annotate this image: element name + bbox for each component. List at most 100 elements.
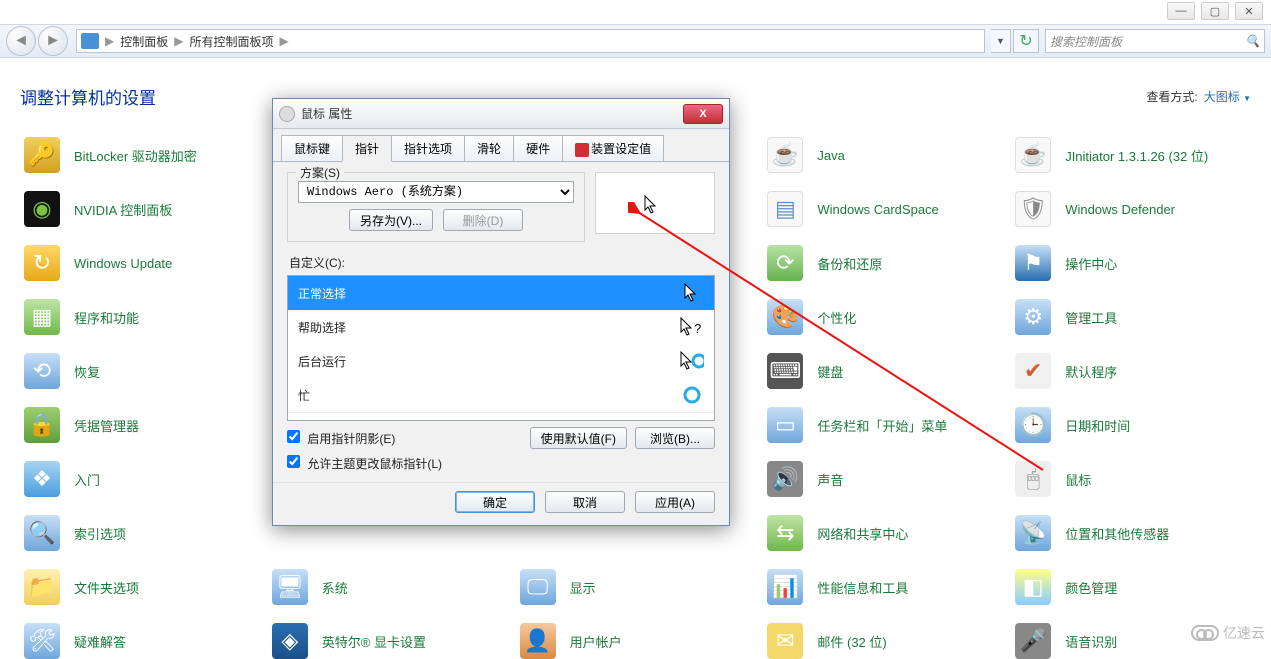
address-bar[interactable]: ▶ 控制面板 ▶ 所有控制面板项 ▶ [76, 29, 985, 53]
close-window-button[interactable]: ✕ [1235, 2, 1263, 20]
cursor-list-item[interactable] [288, 412, 714, 421]
allow-theme-checkbox[interactable]: 允许主题更改鼠标指针(L) [287, 455, 442, 472]
scheme-select[interactable]: Windows Aero (系统方案) [298, 181, 574, 203]
cp-item-icon: ▦ [24, 299, 60, 335]
dialog-tab[interactable]: 指针 [342, 135, 392, 162]
use-default-button[interactable]: 使用默认值(F) [530, 427, 627, 449]
cursor-name: 后台运行 [298, 353, 346, 370]
cp-item-icon: ⌨ [767, 353, 803, 389]
cp-item-label: Windows CardSpace [817, 202, 938, 217]
cp-item-icon: ▤ [767, 191, 803, 227]
search-input[interactable]: 搜索控制面板 🔍 [1045, 29, 1265, 53]
cp-item[interactable]: 📡位置和其他传感器 [1007, 515, 1255, 551]
cp-item[interactable]: ◧颜色管理 [1007, 569, 1255, 605]
dialog-tab[interactable]: 硬件 [513, 135, 563, 161]
cp-item[interactable]: 🛡Windows Defender [1007, 191, 1255, 227]
cp-item-icon: ✔ [1015, 353, 1051, 389]
cursor-icon [680, 383, 704, 407]
breadcrumb-1[interactable]: 控制面板 [116, 33, 172, 50]
cp-item-label: 管理工具 [1065, 308, 1117, 327]
cursor-list-item[interactable]: 忙 [288, 378, 714, 412]
dialog-tab[interactable]: 装置设定值 [562, 135, 664, 161]
cp-item[interactable]: 🔒凭据管理器 [16, 407, 264, 443]
cp-item[interactable]: ❖入门 [16, 461, 264, 497]
cp-item[interactable]: ↻Windows Update [16, 245, 264, 281]
cp-item[interactable]: ▦程序和功能 [16, 299, 264, 335]
cp-item[interactable]: 👤用户帐户 [512, 623, 760, 659]
cp-item[interactable]: 🎨个性化 [759, 299, 1007, 335]
cursor-icon [680, 281, 704, 305]
dialog-tab[interactable]: 指针选项 [391, 135, 465, 161]
address-dropdown[interactable]: ▼ [991, 29, 1011, 53]
cp-item[interactable]: 📊性能信息和工具 [759, 569, 1007, 605]
cp-item-label: 键盘 [817, 362, 843, 381]
dialog-tab[interactable]: 鼠标键 [281, 135, 343, 161]
cp-item[interactable]: 🖵显示 [512, 569, 760, 605]
cursor-list-item[interactable]: 正常选择 [288, 276, 714, 310]
cp-item-icon: 🔊 [767, 461, 803, 497]
cp-item-label: 显示 [570, 578, 596, 597]
cp-item[interactable]: ◉NVIDIA 控制面板 [16, 191, 264, 227]
cp-item-label: 默认程序 [1065, 362, 1117, 381]
cp-item[interactable]: ⟳备份和还原 [759, 245, 1007, 281]
browse-button[interactable]: 浏览(B)... [635, 427, 715, 449]
back-button[interactable]: ◄ [6, 26, 36, 56]
view-mode: 查看方式: 大图标 ▼ [1146, 88, 1251, 105]
cp-item[interactable]: ⚙管理工具 [1007, 299, 1255, 335]
cp-item-label: 性能信息和工具 [817, 578, 908, 597]
dialog-titlebar[interactable]: 鼠标 属性 X [273, 99, 729, 129]
breadcrumb-sep: ▶ [278, 34, 291, 48]
cp-item[interactable]: ⟲恢复 [16, 353, 264, 389]
cp-item-icon: ✉ [767, 623, 803, 659]
enable-shadow-checkbox[interactable]: 启用指针阴影(E) [287, 430, 395, 447]
cp-item[interactable]: 🖱鼠标 [1007, 461, 1255, 497]
cp-item[interactable]: 🖥系统 [264, 569, 512, 605]
cp-item[interactable]: ▤ Windows CardSpace [759, 191, 1007, 227]
cp-item[interactable]: 📁文件夹选项 [16, 569, 264, 605]
cp-item[interactable]: ⌨ 键盘 [759, 353, 1007, 389]
search-placeholder: 搜索控制面板 [1050, 33, 1122, 50]
cp-item-label: 鼠标 [1065, 470, 1091, 489]
cp-item[interactable]: 🔍索引选项 [16, 515, 264, 551]
cp-item-icon: ◈ [272, 623, 308, 659]
cp-item[interactable]: ⇆网络和共享中心 [759, 515, 1007, 551]
cp-item-icon: ⚑ [1015, 245, 1051, 281]
cp-item-icon: 🛠 [24, 623, 60, 659]
delete-scheme-button[interactable]: 删除(D) [443, 209, 523, 231]
cp-item-label: 网络和共享中心 [817, 524, 908, 543]
forward-button[interactable]: ► [38, 26, 68, 56]
cancel-button[interactable]: 取消 [545, 491, 625, 513]
dialog-tab[interactable]: 滑轮 [464, 135, 514, 161]
cp-item[interactable]: ☕JInitiator 1.3.1.26 (32 位) [1007, 137, 1255, 173]
cp-item[interactable]: 🔊声音 [759, 461, 1007, 497]
cursor-list[interactable]: 正常选择帮助选择? 后台运行忙 [287, 275, 715, 421]
ok-button[interactable]: 确定 [455, 491, 535, 513]
cp-item-label: 备份和还原 [817, 254, 882, 273]
cp-item-icon: ◧ [1015, 569, 1051, 605]
cp-item[interactable]: 🛠 疑难解答 [16, 623, 264, 659]
cursor-list-item[interactable]: 后台运行 [288, 344, 714, 378]
cp-item[interactable]: ⚑操作中心 [1007, 245, 1255, 281]
cp-item-label: 疑难解答 [74, 632, 126, 651]
dialog-close-button[interactable]: X [683, 104, 723, 124]
cp-item[interactable]: ▭任务栏和「开始」菜单 [759, 407, 1007, 443]
cp-item[interactable]: 🔑BitLocker 驱动器加密 [16, 137, 264, 173]
cp-item[interactable]: ✔ 默认程序 [1007, 353, 1255, 389]
maximize-button[interactable]: ▢ [1201, 2, 1229, 20]
refresh-button[interactable]: ↻ [1013, 29, 1039, 53]
cp-item-label: Windows Defender [1065, 202, 1175, 217]
save-as-button[interactable]: 另存为(V)... [349, 209, 433, 231]
cursor-list-item[interactable]: 帮助选择? [288, 310, 714, 344]
cp-item[interactable]: 🕒日期和时间 [1007, 407, 1255, 443]
minimize-button[interactable]: — [1167, 2, 1195, 20]
view-mode-dropdown[interactable]: 大图标 ▼ [1204, 88, 1251, 105]
watermark-icon [1191, 625, 1219, 641]
cp-item-label: Windows Update [74, 256, 172, 271]
breadcrumb-2[interactable]: 所有控制面板项 [185, 33, 277, 50]
cp-item[interactable]: ☕Java [759, 137, 1007, 173]
cursor-name: 忙 [298, 387, 310, 404]
cp-item[interactable]: ◈英特尔® 显卡设置 [264, 623, 512, 659]
cp-item[interactable]: ✉邮件 (32 位) [759, 623, 1007, 659]
apply-button[interactable]: 应用(A) [635, 491, 715, 513]
cp-item-label: 凭据管理器 [74, 416, 139, 435]
